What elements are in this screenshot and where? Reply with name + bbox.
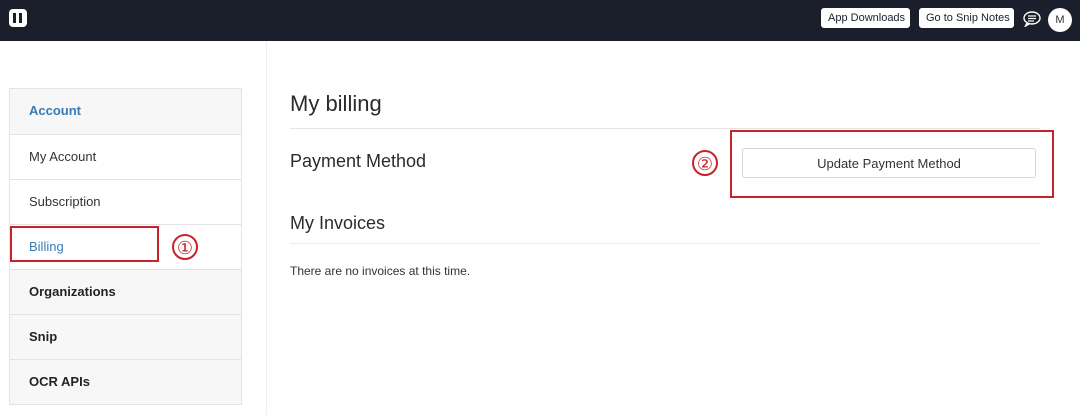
annotation-highlight-billing xyxy=(10,226,159,262)
sidebar-header-account[interactable]: Account xyxy=(10,89,241,134)
page-title: My billing xyxy=(290,91,382,116)
mathpix-logo-icon[interactable] xyxy=(9,9,27,27)
annotation-marker-1: ① xyxy=(172,234,198,260)
top-navigation-bar: App Downloads Go to Snip Notes M xyxy=(0,0,1080,41)
user-avatar[interactable]: M xyxy=(1048,8,1072,32)
update-payment-method-button[interactable]: Update Payment Method xyxy=(742,148,1036,178)
app-downloads-button[interactable]: App Downloads xyxy=(821,8,910,28)
invoices-divider xyxy=(290,243,1040,244)
chat-icon[interactable] xyxy=(1023,11,1041,27)
no-invoices-message: There are no invoices at this time. xyxy=(290,264,471,278)
sidebar-item-my-account[interactable]: My Account xyxy=(10,134,241,179)
sidebar-header-ocr-apis[interactable]: OCR APIs xyxy=(10,359,241,404)
sidebar-divider xyxy=(266,41,267,415)
my-invoices-heading: My Invoices xyxy=(290,213,386,233)
sidebar-header-organizations[interactable]: Organizations xyxy=(10,269,241,314)
title-divider xyxy=(290,128,1040,129)
payment-method-heading: Payment Method xyxy=(290,151,427,171)
annotation-marker-2: ② xyxy=(692,150,718,176)
go-to-snip-notes-button[interactable]: Go to Snip Notes xyxy=(919,8,1014,28)
sidebar-header-snip[interactable]: Snip xyxy=(10,314,241,359)
sidebar-item-subscription[interactable]: Subscription xyxy=(10,179,241,224)
